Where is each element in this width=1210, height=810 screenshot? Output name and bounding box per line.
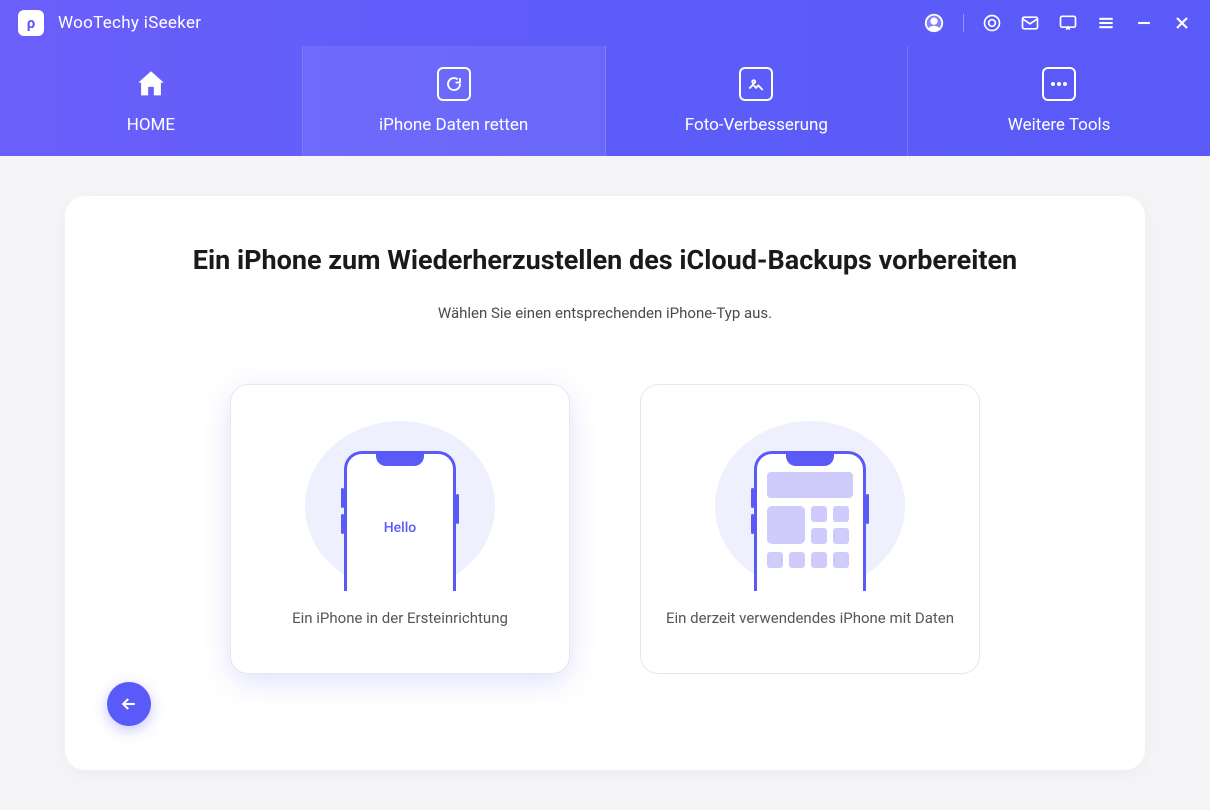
option-label: Ein derzeit verwendendes iPhone mit Date…: [656, 609, 964, 627]
nav-label: Foto-Verbesserung: [685, 115, 828, 135]
nav-tools[interactable]: Weitere Tools: [908, 46, 1210, 156]
recover-icon: [437, 67, 471, 101]
feedback-icon[interactable]: [1058, 13, 1078, 33]
back-button[interactable]: [107, 682, 151, 726]
header-bar: ρ WooTechy iSeeker: [0, 0, 1210, 156]
account-icon[interactable]: [923, 12, 945, 34]
option-used-iphone[interactable]: Ein derzeit verwendendes iPhone mit Date…: [640, 384, 980, 674]
option-label: Ein iPhone in der Ersteinrichtung: [282, 609, 518, 627]
page-subtitle: Wählen Sie einen entsprechenden iPhone-T…: [438, 304, 772, 322]
phone-hello-text: Hello: [384, 520, 417, 536]
app-logo-icon: ρ: [18, 10, 44, 36]
app-window: ρ WooTechy iSeeker: [0, 0, 1210, 810]
more-icon: [1042, 67, 1076, 101]
app-title: WooTechy iSeeker: [58, 13, 909, 33]
card-panel: Ein iPhone zum Wiederherzustellen des iC…: [65, 196, 1145, 770]
phone-illustration-icon: Hello: [344, 451, 456, 591]
menu-icon[interactable]: [1096, 13, 1116, 33]
illustration-circle: Hello: [305, 421, 495, 591]
page-title: Ein iPhone zum Wiederherzustellen des iC…: [193, 244, 1017, 276]
minimize-icon[interactable]: [1134, 13, 1154, 33]
close-icon[interactable]: [1172, 13, 1192, 33]
phone-data-illustration-icon: [754, 451, 866, 591]
arrow-left-icon: [119, 694, 139, 714]
nav-row: HOME iPhone Daten retten Foto-Verbesseru…: [0, 46, 1210, 156]
window-controls: [923, 12, 1192, 34]
title-bar: ρ WooTechy iSeeker: [0, 0, 1210, 46]
divider: [963, 14, 964, 32]
nav-iphone-retten[interactable]: iPhone Daten retten: [303, 46, 606, 156]
home-icon: [134, 67, 168, 101]
content-area: Ein iPhone zum Wiederherzustellen des iC…: [0, 156, 1210, 810]
mail-icon[interactable]: [1020, 13, 1040, 33]
settings-icon[interactable]: [982, 13, 1002, 33]
nav-home[interactable]: HOME: [0, 46, 303, 156]
nav-label: Weitere Tools: [1008, 115, 1111, 135]
illustration-circle: [715, 421, 905, 591]
nav-label: HOME: [127, 115, 175, 135]
nav-foto[interactable]: Foto-Verbesserung: [606, 46, 909, 156]
photo-icon: [739, 67, 773, 101]
options-row: Hello Ein iPhone in der Ersteinrichtung: [230, 384, 980, 674]
nav-label: iPhone Daten retten: [379, 115, 528, 135]
option-new-iphone[interactable]: Hello Ein iPhone in der Ersteinrichtung: [230, 384, 570, 674]
